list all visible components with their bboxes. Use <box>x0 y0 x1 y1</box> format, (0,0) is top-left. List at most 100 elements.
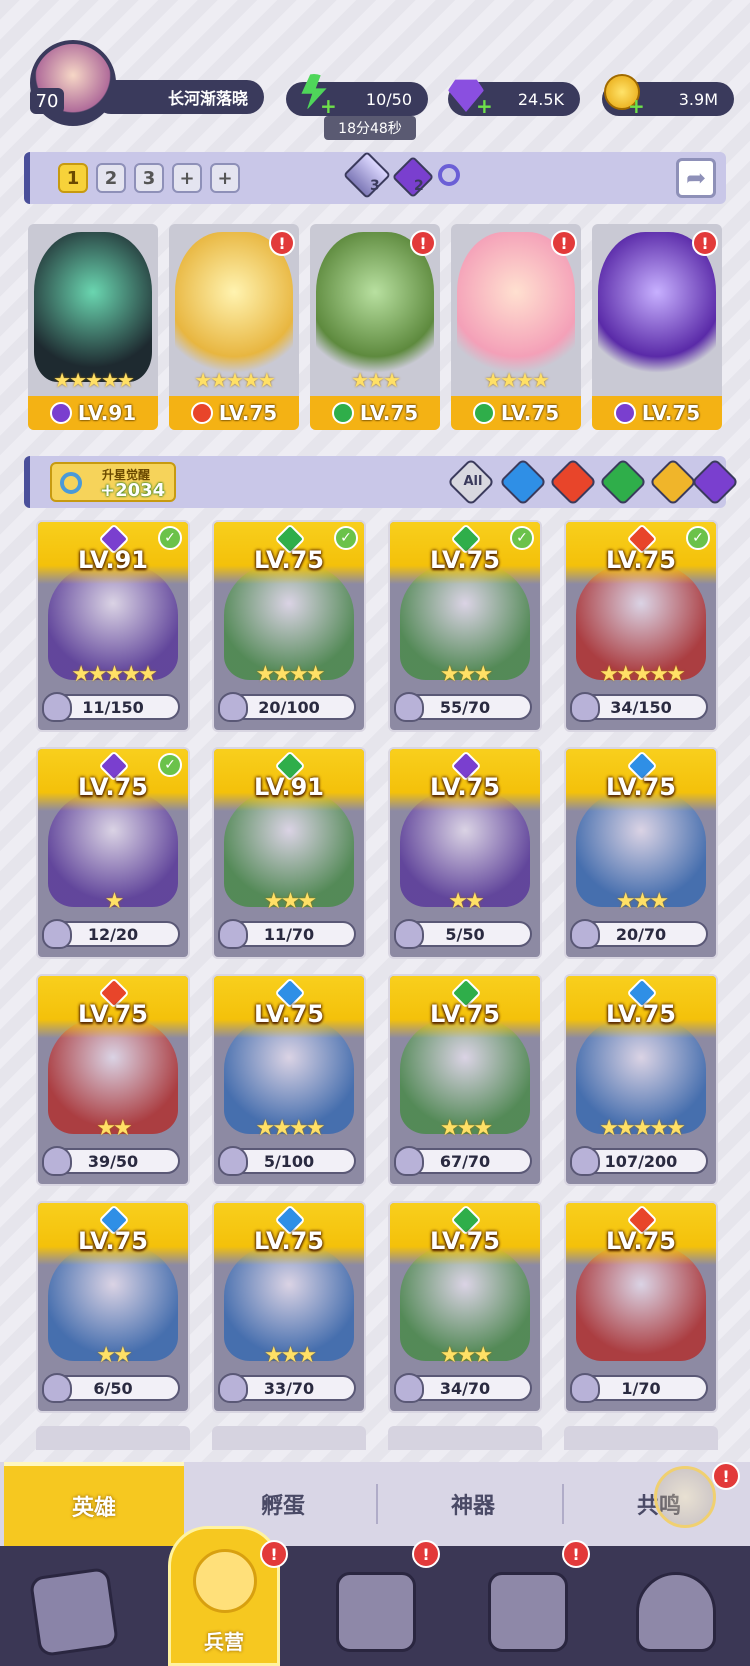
alert-icon: ! <box>712 1462 740 1490</box>
player-name-plate[interactable]: 长河渐落晓 <box>94 80 264 114</box>
share-icon[interactable]: ➦ <box>676 158 716 198</box>
hero-card-partial <box>212 1426 366 1450</box>
gem-value: 24.5K <box>517 89 564 109</box>
hero-card[interactable]: LV.75 ★★★ 20/70 <box>564 747 718 959</box>
hero-level: LV.75 <box>430 1000 500 1028</box>
hero-card[interactable]: LV.91 ★★★ 11/70 <box>212 747 366 959</box>
hero-card[interactable]: LV.75 1/70 <box>564 1201 718 1413</box>
hero-level: LV.75 <box>78 1000 148 1028</box>
hero-card[interactable]: ✓ LV.91 ★★★★★ 11/150 <box>36 520 190 732</box>
hero-level: LV.75 <box>78 773 148 801</box>
team-slot-2[interactable]: 2 <box>96 163 126 193</box>
team-hero-1[interactable]: ★★★★★ LV.91 <box>28 224 158 430</box>
cost-crystal-icon <box>342 150 392 200</box>
hero-stars: ★★★★★ <box>194 368 276 392</box>
nav-book-icon[interactable] <box>336 1572 416 1652</box>
hero-level: LV.75 <box>78 1227 148 1255</box>
hero-level: LV.75 <box>500 401 560 425</box>
nav-temple-icon[interactable] <box>488 1572 568 1652</box>
gold-value: 3.9M <box>678 89 718 109</box>
hero-stars: ★★★★ <box>255 1116 326 1141</box>
tab-divider <box>376 1484 378 1524</box>
team-slot-1[interactable]: 1 <box>58 163 88 193</box>
nature-element-icon <box>472 402 495 424</box>
team-slot-add-2[interactable]: + <box>210 163 240 193</box>
hero-card-partial <box>388 1426 542 1450</box>
hero-card-partial <box>36 1426 190 1450</box>
awaken-button[interactable]: 升星觉醒 +2034 <box>50 462 176 502</box>
hero-level: LV.75 <box>430 1227 500 1255</box>
team-slot-3[interactable]: 3 <box>134 163 164 193</box>
cost-crystal-count: 3 <box>370 178 380 194</box>
hero-stars: ★★★★★ <box>53 368 135 392</box>
hero-card[interactable]: ✓ LV.75 ★★★★★ 34/150 <box>564 520 718 732</box>
energy-timer: 18分48秒 <box>324 116 416 140</box>
filter-light-icon[interactable] <box>648 457 698 507</box>
filter-water-icon[interactable] <box>498 457 548 507</box>
fire-element-icon <box>190 402 213 424</box>
alert-icon: ! <box>412 1540 440 1568</box>
hero-stars: ★ <box>104 889 125 914</box>
nav-cards-icon[interactable] <box>28 1566 120 1658</box>
bottom-nav: 兵营 ! ! ! <box>0 1526 750 1666</box>
team-hero-4[interactable]: ! ★★★★ LV.75 <box>451 224 581 430</box>
hero-level: LV.91 <box>254 773 324 801</box>
hero-level: LV.75 <box>430 546 500 574</box>
hero-stars: ★★★★★ <box>599 1116 686 1141</box>
shard-icon <box>394 692 424 722</box>
hero-stars: ★★★ <box>263 889 317 914</box>
hero-card[interactable]: LV.75 ★★★★★ 107/200 <box>564 974 718 1186</box>
hero-level: LV.91 <box>78 546 148 574</box>
team-hero-3[interactable]: ! ★★★ LV.75 <box>310 224 440 430</box>
gold-plus-icon[interactable]: + <box>628 94 645 118</box>
alert-icon: ! <box>410 230 436 256</box>
shard-icon <box>570 1146 600 1176</box>
team-hero-2[interactable]: ! ★★★★★ LV.75 <box>169 224 299 430</box>
shard-icon <box>42 692 72 722</box>
filter-bar: 升星觉醒 +2034 All <box>24 456 740 508</box>
shard-icon <box>570 919 600 949</box>
team-slot-add-1[interactable]: + <box>172 163 202 193</box>
filter-nature-icon[interactable] <box>598 457 648 507</box>
shard-icon <box>394 919 424 949</box>
hero-card[interactable]: ✓ LV.75 ★ 12/20 <box>36 747 190 959</box>
tab-artifacts[interactable]: 神器 <box>380 1462 566 1546</box>
hero-card[interactable]: LV.75 ★★ 39/50 <box>36 974 190 1186</box>
hero-level: LV.75 <box>254 1000 324 1028</box>
hero-stars: ★★ <box>96 1343 132 1368</box>
search-icon[interactable] <box>438 164 460 186</box>
hero-card[interactable]: LV.75 ★★ 6/50 <box>36 1201 190 1413</box>
hero-stars: ★★★ <box>439 1343 493 1368</box>
hero-level: LV.75 <box>359 401 419 425</box>
shard-icon <box>218 1373 248 1403</box>
floating-orb-button[interactable] <box>654 1466 716 1528</box>
hero-level: LV.75 <box>430 773 500 801</box>
gem-plus-icon[interactable]: + <box>476 94 493 118</box>
shard-icon <box>218 1146 248 1176</box>
filter-fire-icon[interactable] <box>548 457 598 507</box>
tab-heroes[interactable]: 英雄 <box>4 1462 184 1546</box>
hero-card[interactable]: LV.75 ★★ 5/50 <box>388 747 542 959</box>
hero-card[interactable]: ✓ LV.75 ★★★★ 20/100 <box>212 520 366 732</box>
hero-card[interactable]: LV.75 ★★★ 67/70 <box>388 974 542 1186</box>
shard-icon <box>42 1373 72 1403</box>
hero-stars: ★★★★★ <box>599 662 686 687</box>
key-icon <box>60 472 82 494</box>
alert-icon: ! <box>260 1540 288 1568</box>
energy-plus-icon[interactable]: + <box>320 94 337 118</box>
energy-value: 10/50 <box>365 89 412 109</box>
hero-level: LV.75 <box>254 1227 324 1255</box>
nav-mushroom-icon[interactable] <box>636 1572 716 1652</box>
shard-icon <box>42 919 72 949</box>
hero-stars: ★★★ <box>615 889 669 914</box>
hero-card[interactable]: LV.75 ★★★ 33/70 <box>212 1201 366 1413</box>
hero-card[interactable]: ✓ LV.75 ★★★ 55/70 <box>388 520 542 732</box>
shard-icon <box>394 1373 424 1403</box>
awaken-value: +2034 <box>100 480 166 501</box>
hero-card[interactable]: LV.75 ★★★ 34/70 <box>388 1201 542 1413</box>
nav-barracks-label: 兵营 <box>204 1630 244 1654</box>
filter-all-label: All <box>463 474 483 489</box>
hero-stars: ★★★★ <box>255 662 326 687</box>
hero-card[interactable]: LV.75 ★★★★ 5/100 <box>212 974 366 1186</box>
team-hero-5[interactable]: ! LV.75 <box>592 224 722 430</box>
